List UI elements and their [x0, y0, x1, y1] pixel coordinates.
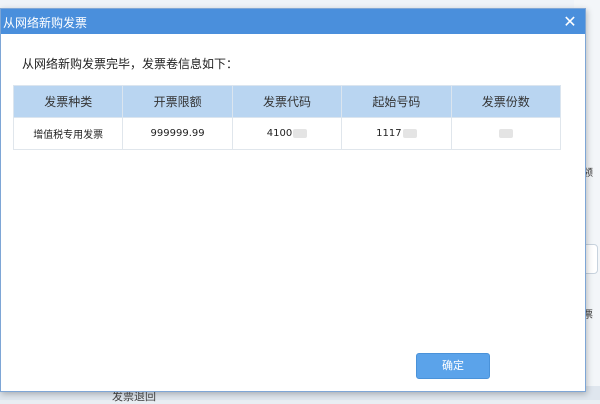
cell-type-text: 增值税专用发票	[33, 130, 104, 141]
cell-limit-text: 999999.99	[150, 128, 205, 139]
cell-type: 增值税专用发票	[12, 117, 124, 150]
redacted-mask	[499, 128, 514, 138]
dialog-title: 从网络新购发票	[3, 16, 88, 30]
redacted-mask	[402, 128, 417, 138]
confirm-button[interactable]: 确定	[416, 353, 490, 379]
column-header-limit: 开票限额	[122, 85, 233, 118]
invoice-roll-table: 发票种类 开票限额 发票代码 起始号码 发票份数 增值税专用发票 999999.…	[12, 85, 562, 150]
table-row[interactable]: 增值税专用发票 999999.99 4100 1117	[12, 117, 562, 150]
table-header-row: 发票种类 开票限额 发票代码 起始号码 发票份数	[12, 85, 562, 118]
redacted-mask	[293, 128, 308, 138]
cell-count	[450, 117, 562, 150]
column-header-start-number: 起始号码	[341, 85, 452, 118]
cell-start-number-text: 1117	[376, 128, 402, 139]
cell-limit: 999999.99	[122, 117, 233, 150]
cell-start-number: 1117	[341, 117, 452, 150]
result-message: 从网络新购发票完毕，发票卷信息如下：	[22, 57, 239, 71]
dialog-titlebar[interactable]: 从网络新购发票 ✕	[1, 9, 585, 34]
column-header-type: 发票种类	[12, 85, 124, 118]
cell-code: 4100	[231, 117, 343, 150]
cell-code-text: 4100	[266, 128, 293, 139]
close-icon[interactable]: ✕	[559, 11, 581, 32]
column-header-count: 发票份数	[450, 85, 562, 118]
column-header-code: 发票代码	[231, 85, 343, 118]
purchase-result-dialog: 从网络新购发票 ✕ 从网络新购发票完毕，发票卷信息如下： 发票种类 开票限额 发…	[0, 8, 586, 392]
